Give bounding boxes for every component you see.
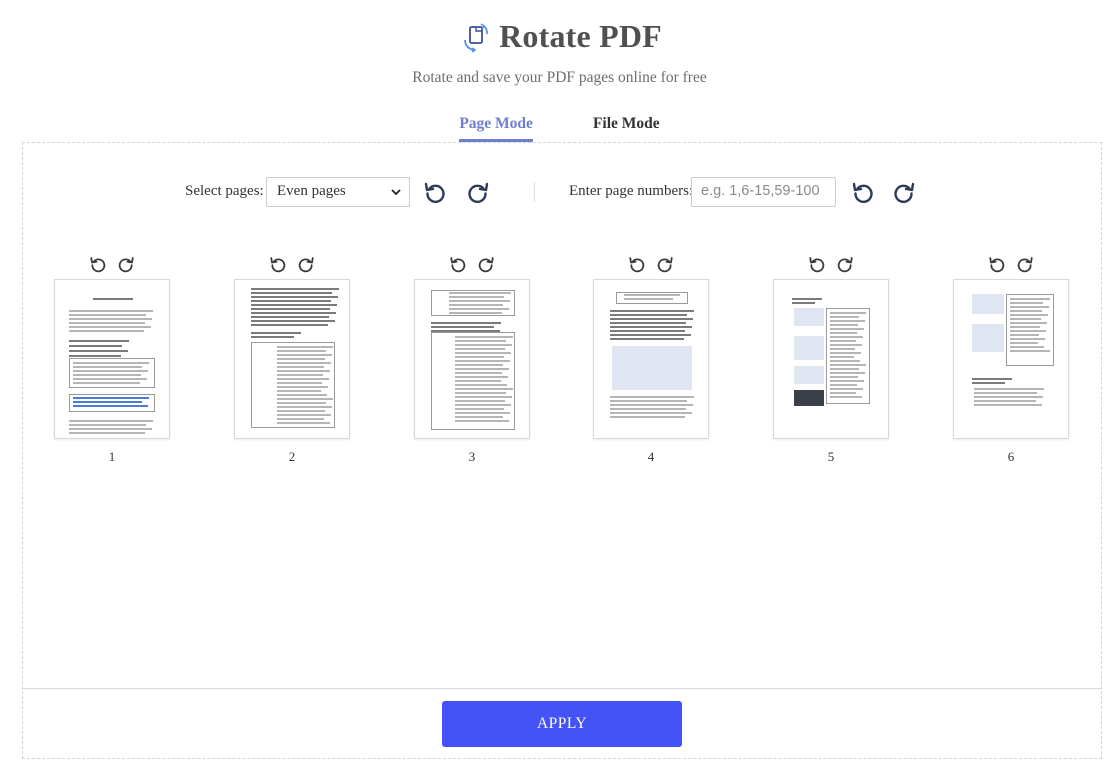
page-number: 2 — [288, 449, 296, 464]
rotate-pdf-icon — [457, 20, 491, 54]
rotate-right-icon — [894, 182, 915, 203]
page-preview — [773, 279, 889, 439]
rotate-right-page-button[interactable] — [477, 255, 495, 273]
rotate-right-icon — [1016, 257, 1034, 277]
controls-divider — [534, 182, 535, 202]
rotate-left-icon — [449, 257, 467, 277]
rotate-right-page-button[interactable] — [836, 255, 854, 273]
rotate-right-icon — [836, 257, 854, 277]
chevron-down-icon — [391, 189, 401, 196]
rotate-left-icon — [89, 257, 107, 277]
page-title: Rotate PDF — [499, 18, 662, 54]
page-number: 3 — [468, 449, 476, 464]
rotate-left-page-button[interactable] — [269, 255, 287, 273]
rotate-right-page-button[interactable] — [297, 255, 315, 273]
page-preview — [414, 279, 530, 439]
rotate-right-icon — [117, 257, 135, 277]
select-pages-dropdown[interactable]: Even pages — [266, 177, 410, 207]
page-numbers-input[interactable]: e.g. 1,6-15,59-100 — [691, 177, 836, 207]
rotate-right-selected-button[interactable] — [466, 180, 490, 204]
page-preview — [234, 279, 350, 439]
rotate-right-page-button[interactable] — [1016, 255, 1034, 273]
page-number: 4 — [647, 449, 655, 464]
rotate-left-page-button[interactable] — [988, 255, 1006, 273]
page-number: 1 — [108, 449, 116, 464]
panel-divider — [23, 688, 1101, 689]
rotate-right-numbers-button[interactable] — [892, 180, 916, 204]
rotate-left-icon — [808, 257, 826, 277]
page-number: 6 — [1007, 449, 1015, 464]
select-pages-label: Select pages: — [185, 183, 264, 199]
rotate-left-icon — [269, 257, 287, 277]
page-numbers-label: Enter page numbers: — [569, 183, 694, 199]
rotate-left-page-button[interactable] — [628, 255, 646, 273]
mode-tabs: Page Mode File Mode — [0, 115, 1119, 142]
page-preview — [593, 279, 709, 439]
tab-page-mode[interactable]: Page Mode — [459, 115, 533, 142]
select-pages-value: Even pages — [277, 183, 346, 199]
rotate-left-numbers-button[interactable] — [851, 180, 875, 204]
rotate-left-selected-button[interactable] — [423, 180, 447, 204]
page-preview — [54, 279, 170, 439]
rotate-right-icon — [477, 257, 495, 277]
page-preview — [953, 279, 1069, 439]
page-number: 5 — [827, 449, 835, 464]
controls-bar: Select pages: Even pages Enter page numb… — [23, 177, 1101, 207]
rotate-right-icon — [297, 257, 315, 277]
rotate-left-icon — [988, 257, 1006, 277]
rotate-left-icon — [852, 182, 873, 203]
title-row: Rotate PDF — [0, 18, 1119, 55]
rotate-left-icon — [628, 257, 646, 277]
rotate-left-page-button[interactable] — [89, 255, 107, 273]
rotate-right-icon — [656, 257, 674, 277]
page-subtitle: Rotate and save your PDF pages online fo… — [412, 69, 707, 86]
rotate-left-page-button[interactable] — [449, 255, 467, 273]
tab-file-mode[interactable]: File Mode — [593, 115, 660, 139]
rotate-left-page-button[interactable] — [808, 255, 826, 273]
rotate-panel: Select pages: Even pages Enter page numb… — [22, 142, 1102, 759]
rotate-right-page-button[interactable] — [117, 255, 135, 273]
rotate-left-icon — [424, 182, 445, 203]
rotate-right-icon — [468, 182, 489, 203]
rotate-right-page-button[interactable] — [656, 255, 674, 273]
apply-button[interactable]: APPLY — [442, 701, 682, 747]
